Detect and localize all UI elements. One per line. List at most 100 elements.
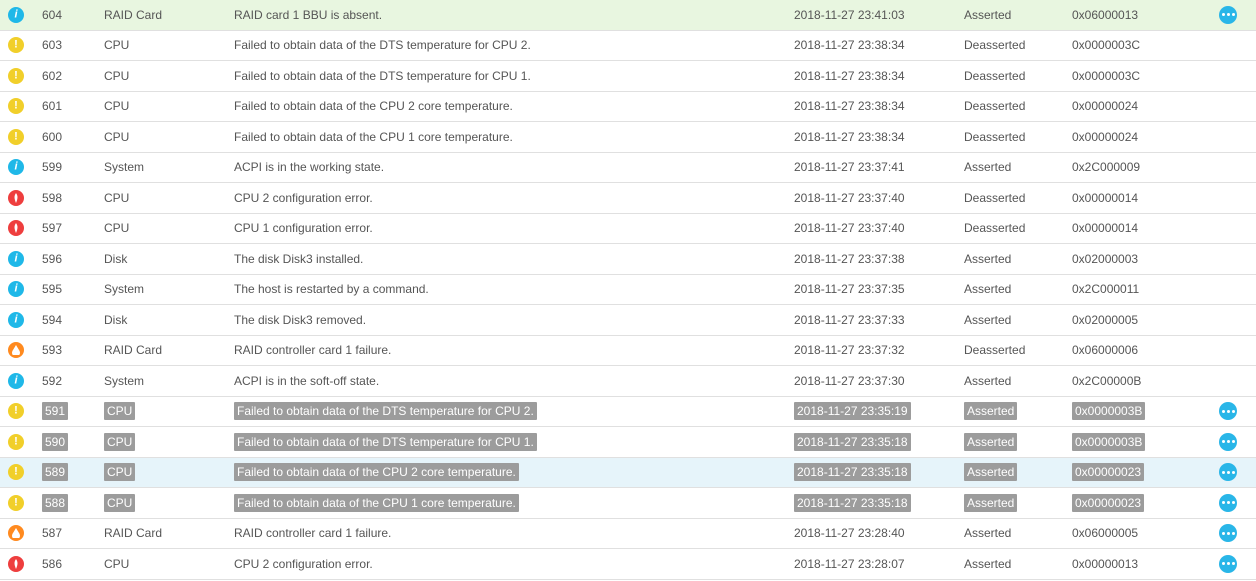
event-id: 604 — [42, 8, 104, 22]
table-row[interactable]: i596DiskThe disk Disk3 installed.2018-11… — [0, 244, 1256, 275]
event-state: Deasserted — [964, 99, 1072, 113]
severity-cell: ! — [4, 495, 42, 511]
event-id: 586 — [42, 557, 104, 571]
event-component: CPU — [104, 463, 234, 481]
event-state: Asserted — [964, 282, 1072, 296]
table-row[interactable]: !590CPUFailed to obtain data of the DTS … — [0, 427, 1256, 458]
event-component: RAID Card — [104, 8, 234, 22]
table-row[interactable]: i604RAID CardRAID card 1 BBU is absent.2… — [0, 0, 1256, 31]
warning-icon: ! — [8, 464, 24, 480]
severity-cell: ! — [4, 37, 42, 53]
event-description: CPU 2 configuration error. — [234, 557, 794, 571]
event-time: 2018-11-27 23:37:41 — [794, 160, 964, 174]
event-description: RAID controller card 1 failure. — [234, 526, 794, 540]
event-component: System — [104, 160, 234, 174]
event-component: CPU — [104, 99, 234, 113]
event-state: Deasserted — [964, 38, 1072, 52]
table-row[interactable]: !603CPUFailed to obtain data of the DTS … — [0, 31, 1256, 62]
event-component: CPU — [104, 557, 234, 571]
event-component: Disk — [104, 313, 234, 327]
severity-cell: i — [4, 281, 42, 297]
more-icon[interactable] — [1219, 433, 1237, 451]
more-icon[interactable] — [1219, 463, 1237, 481]
event-state: Asserted — [964, 557, 1072, 571]
event-description: CPU 2 configuration error. — [234, 191, 794, 205]
event-time: 2018-11-27 23:38:34 — [794, 38, 964, 52]
table-row[interactable]: !601CPUFailed to obtain data of the CPU … — [0, 92, 1256, 123]
table-row[interactable]: 598CPUCPU 2 configuration error.2018-11-… — [0, 183, 1256, 214]
table-row[interactable]: 593RAID CardRAID controller card 1 failu… — [0, 336, 1256, 367]
table-row[interactable]: i594DiskThe disk Disk3 removed.2018-11-2… — [0, 305, 1256, 336]
event-component: CPU — [104, 69, 234, 83]
severity-cell — [4, 342, 42, 358]
event-id: 599 — [42, 160, 104, 174]
event-code: 0x00000014 — [1072, 191, 1212, 205]
event-description: Failed to obtain data of the DTS tempera… — [234, 69, 794, 83]
severity-cell: ! — [4, 464, 42, 480]
warning-icon: ! — [8, 68, 24, 84]
event-component: CPU — [104, 221, 234, 235]
more-cell — [1212, 402, 1244, 420]
more-icon[interactable] — [1219, 555, 1237, 573]
event-id: 597 — [42, 221, 104, 235]
event-id: 601 — [42, 99, 104, 113]
event-id: 591 — [42, 402, 104, 420]
table-row[interactable]: !591CPUFailed to obtain data of the DTS … — [0, 397, 1256, 428]
event-code: 0x00000013 — [1072, 557, 1212, 571]
table-row[interactable]: !602CPUFailed to obtain data of the DTS … — [0, 61, 1256, 92]
table-row[interactable]: 587RAID CardRAID controller card 1 failu… — [0, 519, 1256, 550]
more-icon[interactable] — [1219, 494, 1237, 512]
event-log-table: i604RAID CardRAID card 1 BBU is absent.2… — [0, 0, 1256, 580]
error-icon — [8, 220, 24, 236]
more-icon[interactable] — [1219, 6, 1237, 24]
event-code: 0x06000006 — [1072, 343, 1212, 357]
warning-icon: ! — [8, 495, 24, 511]
table-row[interactable]: !589CPUFailed to obtain data of the CPU … — [0, 458, 1256, 489]
event-code: 0x0000003B — [1072, 402, 1212, 420]
more-icon[interactable] — [1219, 402, 1237, 420]
error-icon — [8, 556, 24, 572]
event-code: 0x06000005 — [1072, 526, 1212, 540]
event-id: 594 — [42, 313, 104, 327]
event-component: CPU — [104, 433, 234, 451]
event-state: Deasserted — [964, 191, 1072, 205]
error-icon — [8, 190, 24, 206]
event-time: 2018-11-27 23:35:18 — [794, 433, 964, 451]
event-description: RAID controller card 1 failure. — [234, 343, 794, 357]
event-component: CPU — [104, 130, 234, 144]
table-row[interactable]: !600CPUFailed to obtain data of the CPU … — [0, 122, 1256, 153]
severity-cell: ! — [4, 403, 42, 419]
event-component: CPU — [104, 191, 234, 205]
event-state: Deasserted — [964, 130, 1072, 144]
event-time: 2018-11-27 23:28:07 — [794, 557, 964, 571]
event-code: 0x06000013 — [1072, 8, 1212, 22]
table-row[interactable]: i592SystemACPI is in the soft-off state.… — [0, 366, 1256, 397]
event-code: 0x0000003B — [1072, 433, 1212, 451]
table-row[interactable]: 586CPUCPU 2 configuration error.2018-11-… — [0, 549, 1256, 580]
table-row[interactable]: i599SystemACPI is in the working state.2… — [0, 153, 1256, 184]
event-description: Failed to obtain data of the CPU 1 core … — [234, 130, 794, 144]
event-time: 2018-11-27 23:38:34 — [794, 99, 964, 113]
event-description: Failed to obtain data of the CPU 1 core … — [234, 494, 794, 512]
table-row[interactable]: 597CPUCPU 1 configuration error.2018-11-… — [0, 214, 1256, 245]
event-code: 0x00000024 — [1072, 99, 1212, 113]
event-code: 0x0000003C — [1072, 69, 1212, 83]
event-id: 588 — [42, 494, 104, 512]
event-state: Asserted — [964, 526, 1072, 540]
table-row[interactable]: i595SystemThe host is restarted by a com… — [0, 275, 1256, 306]
table-row[interactable]: !588CPUFailed to obtain data of the CPU … — [0, 488, 1256, 519]
event-description: Failed to obtain data of the DTS tempera… — [234, 402, 794, 420]
event-component: System — [104, 282, 234, 296]
severity-cell — [4, 525, 42, 541]
critical-icon — [8, 342, 24, 358]
event-component: RAID Card — [104, 526, 234, 540]
event-description: The disk Disk3 installed. — [234, 252, 794, 266]
event-code: 0x00000024 — [1072, 130, 1212, 144]
event-time: 2018-11-27 23:35:19 — [794, 402, 964, 420]
more-cell — [1212, 463, 1244, 481]
event-state: Asserted — [964, 313, 1072, 327]
event-component: CPU — [104, 38, 234, 52]
event-state: Deasserted — [964, 69, 1072, 83]
more-icon[interactable] — [1219, 524, 1237, 542]
event-id: 589 — [42, 463, 104, 481]
